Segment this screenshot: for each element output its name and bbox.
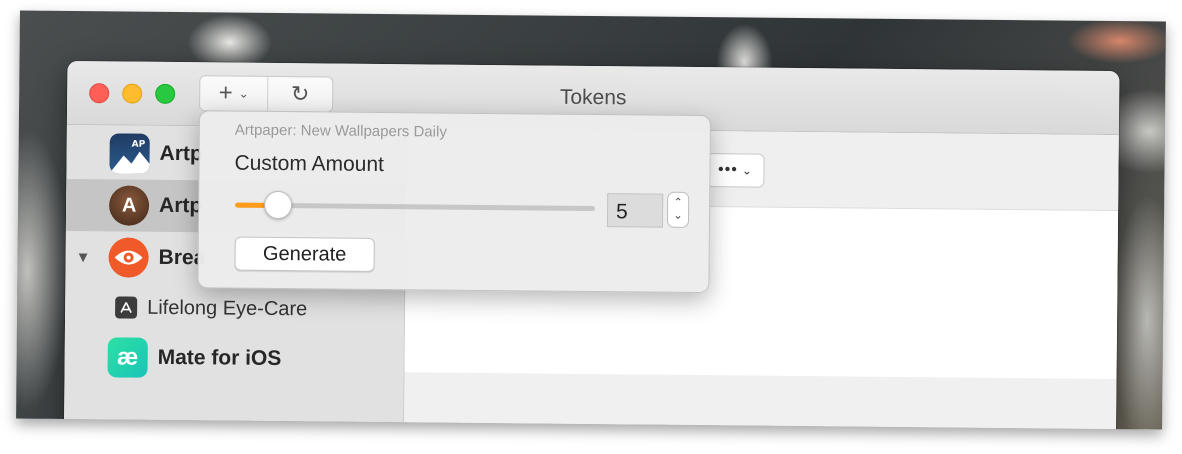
stepper-down-icon[interactable]: ⌄ [673, 210, 682, 223]
amount-slider[interactable] [235, 190, 596, 220]
sidebar-item-label: Artp [159, 193, 203, 218]
sidebar-item-mate-for-ios[interactable]: æ Mate for iOS [64, 331, 404, 386]
popover-title: Custom Amount [234, 151, 385, 177]
slider-knob[interactable] [263, 190, 293, 220]
sidebar-item-label: Artp [159, 141, 203, 166]
artpaper-app-icon: AP [109, 133, 150, 174]
app-store-icon [115, 296, 138, 319]
custom-amount-popover: Artpaper: New Wallpapers Daily Custom Am… [197, 110, 712, 294]
ellipsis-icon: ••• [717, 161, 738, 179]
stepper-up-icon[interactable]: ⌃ [673, 197, 683, 210]
amount-stepper[interactable]: ⌃ ⌄ [666, 191, 690, 228]
wallpaper-background: + ⌄ ↻ Tokens AP Artp A Artp ▼ Brea Lifel… [16, 10, 1166, 430]
generate-button[interactable]: Generate [234, 236, 375, 272]
sidebar-item-label: Mate for iOS [157, 345, 282, 371]
mate-app-icon: æ [107, 337, 148, 378]
amount-field[interactable]: 5 [606, 193, 664, 228]
svg-text:AP: AP [132, 140, 146, 150]
chevron-down-icon: ⌄ [741, 163, 753, 178]
eye-app-icon [108, 237, 149, 278]
disclosure-triangle-icon[interactable]: ▼ [76, 249, 91, 266]
sidebar-item-label: Lifelong Eye-Care [147, 296, 308, 320]
app-window: + ⌄ ↻ Tokens AP Artp A Artp ▼ Brea Lifel… [63, 60, 1120, 430]
artpaper-a-app-icon: A [108, 185, 150, 226]
more-options-button[interactable]: ••• ⌄ [706, 153, 765, 188]
popover-subtitle: Artpaper: New Wallpapers Daily [234, 121, 447, 141]
